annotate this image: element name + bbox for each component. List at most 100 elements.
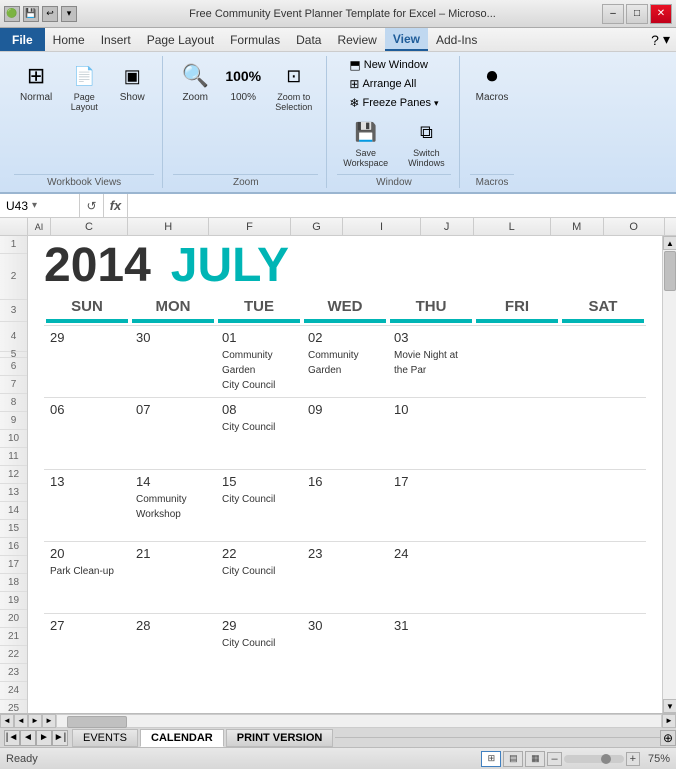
ribbon-btn-macros[interactable]: ⏺ Macros [470, 56, 515, 107]
scroll-track[interactable] [663, 250, 676, 699]
zoom-100-icon: 100% [227, 60, 259, 92]
menu-add-ins[interactable]: Add-Ins [428, 28, 485, 51]
col-header-j[interactable]: J [421, 218, 474, 235]
cal-cell-week3-day6 [560, 541, 646, 613]
minimize-button[interactable]: – [602, 4, 624, 24]
cal-cell-week4-day0: 27 [44, 613, 130, 685]
ribbon-btn-page-layout[interactable]: 📄 PageLayout [62, 56, 106, 116]
scroll-right-end-button[interactable]: ► [662, 714, 676, 728]
tab-prev-button[interactable]: ◄ [20, 730, 36, 746]
ribbon-btn-save-workspace[interactable]: 💾 SaveWorkspace [337, 112, 394, 172]
day-header-fri: FRI [474, 294, 560, 319]
menu-data[interactable]: Data [288, 28, 329, 51]
cal-cell-week2-day5 [474, 469, 560, 541]
menu-page-layout[interactable]: Page Layout [139, 28, 222, 51]
ribbon-group-macros: ⏺ Macros Macros [462, 56, 523, 188]
zoom-slider[interactable] [564, 755, 624, 763]
cell-ref-dropdown[interactable]: ▾ [32, 200, 37, 211]
switch-windows-icon: ⧉ [410, 116, 442, 148]
ribbon-btn-zoom[interactable]: 🔍 Zoom [173, 56, 217, 107]
quick-access-undo[interactable]: ↩ [42, 6, 58, 22]
menu-formulas[interactable]: Formulas [222, 28, 288, 51]
cal-cell-week2-day1: 14Community Workshop [130, 469, 216, 541]
ribbon-btn-100[interactable]: 100% 100% [221, 56, 265, 107]
formula-fx-icon[interactable]: fx [104, 194, 128, 217]
col-header-g[interactable]: G [291, 218, 344, 235]
arrange-all-label: Arrange All [362, 78, 416, 90]
help-icon[interactable]: ? [651, 32, 659, 48]
horizontal-scroll-thumb[interactable] [67, 716, 127, 728]
ribbon-btn-switch-windows[interactable]: ⧉ SwitchWindows [402, 112, 451, 172]
scroll-thumb[interactable] [664, 251, 676, 291]
normal-view-button[interactable]: ⊞ [481, 751, 501, 767]
cal-cell-week4-day5 [474, 613, 560, 685]
menu-file[interactable]: File [0, 28, 45, 51]
freeze-panes-arrow: ▾ [434, 98, 439, 109]
scroll-up-button[interactable]: ▲ [663, 236, 676, 250]
sheet-tab-print-version[interactable]: PRINT VERSION [226, 729, 334, 747]
zoom-minus[interactable]: – [547, 752, 561, 766]
quick-access-dropdown[interactable]: ▾ [61, 6, 77, 22]
cal-cell-week2-day2: 15City Council [216, 469, 302, 541]
cal-cell-week3-day2: 22City Council [216, 541, 302, 613]
maximize-button[interactable]: □ [626, 4, 648, 24]
ribbon-btn-normal[interactable]: ⊞ Normal [14, 56, 58, 107]
zoom-slider-thumb[interactable] [601, 754, 611, 764]
ribbon-group-macros-label: Macros [470, 174, 515, 188]
tab-next-button[interactable]: ► [36, 730, 52, 746]
cal-cell-week1-day2: 08City Council [216, 397, 302, 469]
cal-date-week0-day1: 30 [136, 330, 210, 345]
col-header-i[interactable]: I [343, 218, 420, 235]
col-header-h[interactable]: H [128, 218, 209, 235]
col-header-c[interactable]: C [51, 218, 128, 235]
close-button[interactable]: ✕ [650, 4, 672, 24]
tab-last-button[interactable]: ►| [52, 730, 68, 746]
ribbon-btn-show[interactable]: ▣ Show [110, 56, 154, 107]
arrange-all-icon: ⊞ [349, 77, 359, 91]
cal-date-week4-day0: 27 [50, 618, 124, 633]
col-header-m[interactable]: M [551, 218, 604, 235]
zoom-level[interactable]: 75% [642, 753, 670, 765]
cal-cell-week3-day3: 23 [302, 541, 388, 613]
col-header-l[interactable]: L [474, 218, 551, 235]
cal-cell-week2-day6 [560, 469, 646, 541]
cal-cell-week2-day0: 13 [44, 469, 130, 541]
col-header-o[interactable]: O [604, 218, 665, 235]
menu-review[interactable]: Review [329, 28, 384, 51]
scroll-end-button[interactable]: ► [42, 714, 56, 728]
ribbon-btn-arrange-all[interactable]: ⊞ Arrange All [345, 75, 420, 93]
col-header-ai[interactable]: AI [28, 218, 51, 235]
new-sheet-button[interactable]: ⊕ [660, 730, 676, 746]
menu-insert[interactable]: Insert [93, 28, 139, 51]
sheet-area: 1 2 3 4 5 6 7 8 9 10 11 12 13 14 15 16 1… [0, 236, 676, 713]
ribbon-collapse[interactable]: ▾ [663, 31, 670, 48]
page-break-view-button[interactable]: ▦ [525, 751, 545, 767]
scroll-right-button[interactable]: ◄ [14, 714, 28, 728]
day-header-thu: THU [388, 294, 474, 319]
cell-reference[interactable]: U43 ▾ [0, 194, 80, 217]
ribbon-btn-new-window[interactable]: ⬒ New Window [345, 56, 432, 74]
horizontal-scroll-track[interactable] [56, 714, 662, 728]
formula-input[interactable] [128, 199, 676, 213]
menu-home[interactable]: Home [45, 28, 93, 51]
tab-first-button[interactable]: |◄ [4, 730, 20, 746]
teal-line-2 [218, 319, 300, 323]
page-layout-view-button[interactable]: ▤ [503, 751, 523, 767]
menu-view[interactable]: View [385, 28, 428, 51]
row-num-7: 7 [0, 376, 27, 394]
cal-cell-week2-day3: 16 [302, 469, 388, 541]
ribbon-btn-zoom-selection[interactable]: ⊡ Zoom toSelection [269, 56, 318, 116]
normal-view-icon: ⊞ [20, 60, 52, 92]
quick-access-save[interactable]: 💾 [23, 6, 39, 22]
sheet-tab-calendar[interactable]: CALENDAR [140, 729, 224, 747]
scroll-right2-button[interactable]: ► [28, 714, 42, 728]
formula-refresh-icon[interactable]: ↺ [80, 194, 104, 217]
year-month-header: 2014 JULY [44, 242, 646, 290]
scroll-left-button[interactable]: ◄ [0, 714, 14, 728]
ribbon-btn-freeze-panes[interactable]: ❄ Freeze Panes ▾ [345, 94, 442, 112]
scroll-down-button[interactable]: ▼ [663, 699, 676, 713]
zoom-plus[interactable]: + [626, 752, 640, 766]
col-header-f[interactable]: F [209, 218, 290, 235]
vertical-scrollbar[interactable]: ▲ ▼ [662, 236, 676, 713]
sheet-tab-events[interactable]: EVENTS [72, 729, 138, 747]
